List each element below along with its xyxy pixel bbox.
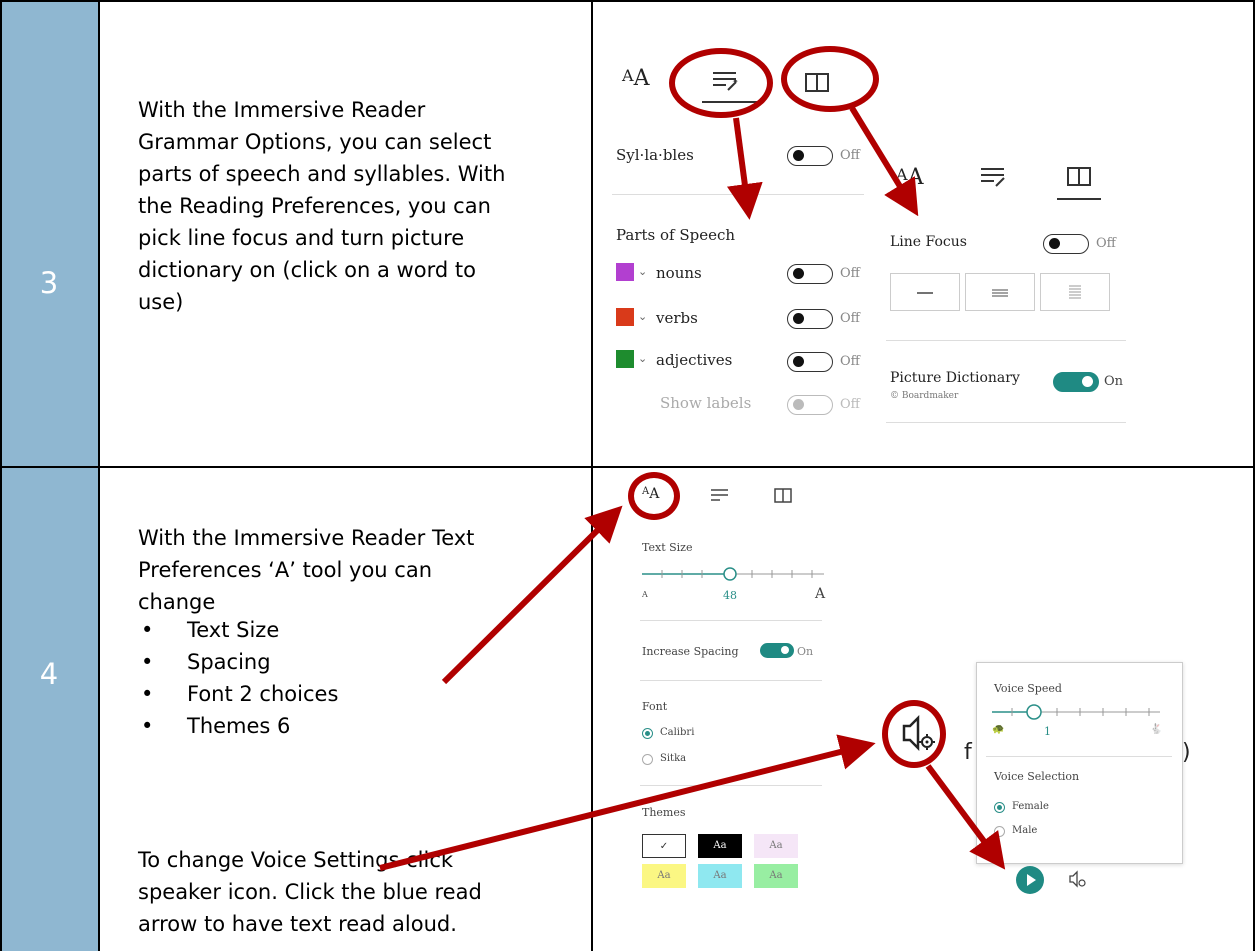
arrow-to-text-preferences <box>441 505 623 685</box>
annotation-arrows <box>379 106 1006 871</box>
arrow-to-parts-of-speech <box>726 117 763 220</box>
arrow-to-line-focus <box>849 106 919 217</box>
arrow-to-speaker-icon <box>379 734 876 871</box>
arrow-to-play-button <box>925 764 1006 870</box>
